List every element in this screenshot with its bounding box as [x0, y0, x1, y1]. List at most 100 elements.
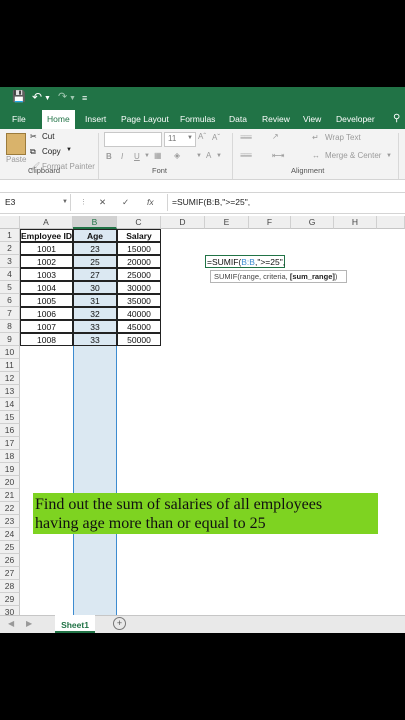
row-header-27[interactable]: 27 — [0, 567, 20, 580]
row-header-6[interactable]: 6 — [0, 294, 20, 307]
copy-icon[interactable]: ⧉ — [30, 147, 36, 157]
table-cell-age[interactable]: 23 — [73, 242, 117, 255]
column-header-d[interactable]: D — [161, 216, 205, 229]
table-header-salary[interactable]: Salary — [117, 229, 161, 242]
column-header-b[interactable]: B — [73, 216, 117, 229]
fill-dropdown-icon[interactable]: ▼ — [196, 153, 202, 159]
merge-center-button[interactable]: Merge & Center — [325, 151, 381, 160]
next-sheet-icon[interactable]: ▶ — [26, 619, 32, 628]
tab-formulas[interactable]: Formulas — [180, 109, 215, 129]
wrap-text-icon[interactable]: ↵ — [312, 133, 319, 142]
table-header-employee-id[interactable]: Employee ID — [20, 229, 73, 242]
formula-input[interactable]: =SUMIF(B:B,">=25", — [172, 197, 250, 207]
row-header-24[interactable]: 24 — [0, 528, 20, 541]
orientation-icon[interactable]: ↗ — [272, 132, 279, 141]
row-header-3[interactable]: 3 — [0, 255, 20, 268]
tab-home[interactable]: Home — [42, 110, 75, 129]
tab-developer[interactable]: Developer — [336, 109, 375, 129]
row-header-19[interactable]: 19 — [0, 463, 20, 476]
row-header-2[interactable]: 2 — [0, 242, 20, 255]
active-cell-e3[interactable]: =SUMIF(B:B,">=25", — [205, 255, 285, 268]
row-header-5[interactable]: 5 — [0, 281, 20, 294]
copy-button[interactable]: Copy — [42, 147, 61, 156]
font-name-box[interactable] — [104, 132, 162, 147]
row-header-23[interactable]: 23 — [0, 515, 20, 528]
tab-page-layout[interactable]: Page Layout — [121, 109, 169, 129]
table-cell-employee-id[interactable]: 1003 — [20, 268, 73, 281]
column-header-a[interactable]: A — [20, 216, 73, 229]
row-header-21[interactable]: 21 — [0, 489, 20, 502]
column-header-h[interactable]: H — [334, 216, 377, 229]
insert-function-button[interactable]: fx — [147, 197, 154, 207]
row-header-16[interactable]: 16 — [0, 424, 20, 437]
top-align-icon[interactable]: ≡≡≡ — [240, 133, 252, 142]
font-color-dropdown-icon[interactable]: ▼ — [216, 153, 222, 159]
merge-dropdown-icon[interactable]: ▼ — [386, 153, 392, 159]
table-cell-age[interactable]: 27 — [73, 268, 117, 281]
row-header-25[interactable]: 25 — [0, 541, 20, 554]
bold-button[interactable]: B — [106, 152, 112, 161]
row-header-7[interactable]: 7 — [0, 307, 20, 320]
tab-review[interactable]: Review — [262, 109, 290, 129]
row-header-4[interactable]: 4 — [0, 268, 20, 281]
add-sheet-icon[interactable]: + — [113, 617, 126, 630]
italic-button[interactable]: I — [121, 152, 123, 161]
table-cell-employee-id[interactable]: 1004 — [20, 281, 73, 294]
table-cell-salary[interactable]: 30000 — [117, 281, 161, 294]
cancel-entry-button[interactable]: ✕ — [99, 197, 106, 208]
table-cell-employee-id[interactable]: 1008 — [20, 333, 73, 346]
row-header-20[interactable]: 20 — [0, 476, 20, 489]
save-icon[interactable]: 💾 — [12, 90, 26, 104]
table-cell-salary[interactable]: 35000 — [117, 294, 161, 307]
cut-icon[interactable]: ✂ — [30, 132, 37, 141]
table-cell-age[interactable]: 32 — [73, 307, 117, 320]
table-cell-age[interactable]: 25 — [73, 255, 117, 268]
tab-data[interactable]: Data — [229, 109, 247, 129]
redo-dropdown-icon[interactable]: ▼ — [69, 92, 76, 106]
paste-button[interactable]: Paste — [6, 155, 26, 164]
row-header-28[interactable]: 28 — [0, 580, 20, 593]
cut-button[interactable]: Cut — [42, 132, 54, 141]
worksheet-grid[interactable]: A B C D E F G H 1 2 3 4 5 6 7 8 9 10 11 12 13 14 15 16 1… — [0, 216, 405, 615]
merge-center-icon[interactable]: ↔ — [312, 151, 320, 160]
row-header-1[interactable]: 1 — [0, 229, 20, 242]
tell-me-icon[interactable]: ⚲ — [393, 109, 400, 129]
wrap-text-button[interactable]: Wrap Text — [325, 133, 361, 142]
confirm-entry-button[interactable]: ✓ — [122, 197, 129, 208]
row-header-10[interactable]: 10 — [0, 346, 20, 359]
row-header-9[interactable]: 9 — [0, 333, 20, 346]
table-cell-salary[interactable]: 15000 — [117, 242, 161, 255]
column-header-e[interactable]: E — [205, 216, 249, 229]
fill-color-icon[interactable]: ◈ — [174, 151, 180, 160]
name-box[interactable]: E3 ▼ — [2, 194, 71, 211]
row-header-26[interactable]: 26 — [0, 554, 20, 567]
tab-file[interactable]: File — [12, 109, 26, 129]
redo-icon[interactable]: ↷ — [58, 90, 67, 104]
sheet-tab-sheet1[interactable]: Sheet1 — [55, 615, 95, 633]
undo-icon[interactable]: ↶ — [32, 90, 42, 104]
font-size-dropdown-icon[interactable]: ▼ — [187, 135, 193, 141]
paste-icon[interactable] — [6, 133, 26, 155]
table-cell-age[interactable]: 31 — [73, 294, 117, 307]
row-header-29[interactable]: 29 — [0, 593, 20, 606]
table-cell-age[interactable]: 33 — [73, 333, 117, 346]
row-header-15[interactable]: 15 — [0, 411, 20, 424]
column-header-f[interactable]: F — [249, 216, 291, 229]
table-cell-salary[interactable]: 25000 — [117, 268, 161, 281]
table-cell-salary[interactable]: 45000 — [117, 320, 161, 333]
indent-icon[interactable]: ⇤⇥ — [272, 151, 284, 160]
table-cell-salary[interactable]: 40000 — [117, 307, 161, 320]
table-cell-employee-id[interactable]: 1007 — [20, 320, 73, 333]
row-header-17[interactable]: 17 — [0, 437, 20, 450]
row-header-8[interactable]: 8 — [0, 320, 20, 333]
table-cell-employee-id[interactable]: 1002 — [20, 255, 73, 268]
table-cell-employee-id[interactable]: 1005 — [20, 294, 73, 307]
row-header-12[interactable]: 12 — [0, 372, 20, 385]
prev-sheet-icon[interactable]: ◀ — [8, 619, 14, 628]
column-header-c[interactable]: C — [117, 216, 161, 229]
tab-insert[interactable]: Insert — [85, 109, 106, 129]
underline-dropdown-icon[interactable]: ▼ — [144, 153, 150, 159]
font-color-button[interactable]: A — [206, 151, 211, 160]
tab-view[interactable]: View — [303, 109, 321, 129]
table-cell-age[interactable]: 33 — [73, 320, 117, 333]
